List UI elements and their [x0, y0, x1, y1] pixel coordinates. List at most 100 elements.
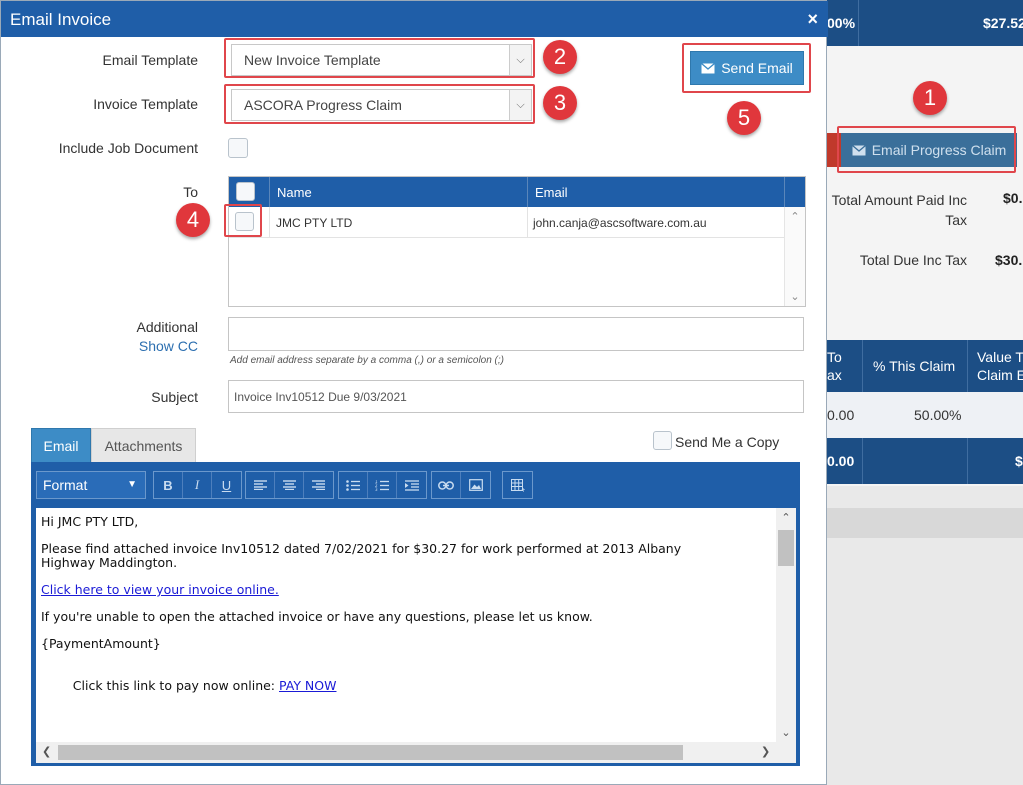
- insert-group: [431, 471, 491, 499]
- body-payment-amount: {PaymentAmount}: [41, 636, 161, 651]
- bullet-list-icon[interactable]: [339, 472, 368, 498]
- scroll-thumb[interactable]: [778, 530, 794, 566]
- annotation-badge-5: 5: [727, 101, 761, 135]
- underline-icon[interactable]: U: [212, 472, 241, 498]
- email-body-editor: Format ▼ B I U 123 + Hi JMC PTY LTD, Ple…: [31, 462, 800, 766]
- chevron-down-icon[interactable]: ⌄: [776, 726, 796, 739]
- chevron-left-icon[interactable]: ❮: [42, 745, 51, 758]
- close-icon[interactable]: ×: [807, 9, 818, 30]
- bg-table-total: 0.00 $: [827, 438, 1023, 484]
- total-due-label: Total Due Inc Tax: [859, 252, 967, 268]
- bg-total-value: $: [1015, 453, 1023, 469]
- grid-header-name: Name: [277, 185, 312, 200]
- pay-now-link[interactable]: PAY NOW: [279, 678, 336, 693]
- highlight-invoice-template: [224, 84, 535, 124]
- bg-total-tax: 0.00: [827, 453, 855, 469]
- annotation-badge-1: 1: [913, 81, 947, 115]
- chevron-up-icon[interactable]: ⌃: [776, 511, 796, 524]
- highlight-recipient-checkbox: [224, 204, 262, 237]
- body-line-2: If you're unable to open the attached in…: [41, 609, 593, 624]
- dialog-title: Email Invoice: [10, 10, 112, 29]
- highlight-send-email: [682, 43, 811, 93]
- to-label: To: [183, 184, 198, 200]
- caret-down-icon: ▼: [127, 479, 137, 490]
- svg-text:+: +: [521, 487, 525, 492]
- bold-icon[interactable]: B: [154, 472, 183, 498]
- show-cc-link[interactable]: Show CC: [8, 338, 198, 354]
- annotation-badge-3: 3: [543, 86, 577, 120]
- annotation-badge-2: 2: [543, 40, 577, 74]
- bg-col-value: Value T Claim E: [977, 349, 1023, 383]
- grid-col-sep: [269, 177, 270, 207]
- numbered-list-icon[interactable]: 123: [368, 472, 397, 498]
- additional-label: Additional: [136, 319, 199, 335]
- grid-col-sep: [527, 207, 528, 238]
- text-style-group: B I U: [153, 471, 242, 499]
- bg-table-row: 0.00 50.00%: [827, 392, 1023, 438]
- body-greeting: Hi JMC PTY LTD,: [41, 514, 139, 529]
- chevron-right-icon[interactable]: ❯: [761, 745, 770, 758]
- list-group: 123: [338, 471, 427, 499]
- chevron-up-icon[interactable]: ⌃: [785, 210, 805, 223]
- table-group: +: [502, 471, 533, 499]
- background-summary-bar: 00% $27.52: [827, 0, 1023, 46]
- align-right-icon[interactable]: [304, 472, 333, 498]
- dialog-titlebar: Email Invoice ×: [1, 1, 828, 37]
- bg-row-percent: 50.00%: [914, 407, 962, 423]
- additional-email-input[interactable]: [228, 317, 804, 351]
- recipients-grid: Name Email JMC PTY LTD john.canja@ascsof…: [228, 176, 806, 307]
- scroll-thumb[interactable]: [58, 745, 683, 760]
- invoice-template-label: Invoice Template: [93, 96, 198, 112]
- bg-table-header: To ax % This Claim Value T Claim E: [827, 340, 1023, 392]
- bg-col-sep: [967, 340, 968, 392]
- email-template-label: Email Template: [102, 52, 198, 68]
- annotation-badge-4: 4: [176, 203, 210, 237]
- send-me-copy-label: Send Me a Copy: [675, 434, 780, 450]
- chevron-down-icon[interactable]: ⌄: [785, 290, 805, 303]
- send-me-copy-checkbox[interactable]: [653, 431, 672, 450]
- grid-header-email: Email: [535, 185, 568, 200]
- body-line-1: Please find attached invoice Inv10512 da…: [41, 541, 682, 556]
- grid-col-sep: [269, 207, 270, 238]
- link-icon[interactable]: [432, 472, 461, 498]
- tab-email[interactable]: Email: [31, 428, 91, 462]
- additional-email-hint: Add email address separate by a comma (,…: [230, 355, 504, 366]
- select-all-checkbox[interactable]: [236, 182, 255, 201]
- bg-row-tax: 0.00: [827, 407, 855, 423]
- grid-scrollbar[interactable]: ⌃ ⌄: [784, 207, 805, 306]
- format-dropdown[interactable]: Format ▼: [36, 471, 146, 499]
- svg-text:3: 3: [375, 487, 378, 491]
- tab-attachments[interactable]: Attachments: [91, 428, 196, 462]
- align-left-icon[interactable]: [246, 472, 275, 498]
- align-center-icon[interactable]: [275, 472, 304, 498]
- view-invoice-link[interactable]: Click here to view your invoice online.: [41, 582, 279, 597]
- bg-col-sep: [967, 438, 968, 484]
- bg-gray-bar: [827, 508, 1023, 538]
- alignment-group: [245, 471, 334, 499]
- editor-horizontal-scrollbar[interactable]: ❮ ❯: [36, 742, 796, 763]
- bg-col-sep: [862, 340, 863, 392]
- editor-vertical-scrollbar[interactable]: ⌃ ⌄: [776, 508, 796, 742]
- indent-icon[interactable]: [397, 472, 426, 498]
- recipients-grid-header: Name Email: [229, 177, 805, 207]
- recipient-name: JMC PTY LTD: [276, 216, 353, 230]
- subject-label: Subject: [151, 389, 198, 405]
- bg-amount-value: $27.52: [983, 15, 1023, 31]
- subject-input[interactable]: Invoice Inv10512 Due 9/03/2021: [228, 380, 804, 413]
- bg-divider: [858, 0, 859, 46]
- bg-col-sep: [862, 438, 863, 484]
- include-job-document-checkbox[interactable]: [228, 138, 248, 158]
- total-due-value: $30.: [995, 252, 1023, 268]
- editor-content[interactable]: Hi JMC PTY LTD, Please find attached inv…: [36, 508, 796, 763]
- recipient-email: john.canja@ascsoftware.com.au: [533, 216, 707, 230]
- table-icon[interactable]: +: [503, 472, 532, 498]
- table-row[interactable]: JMC PTY LTD john.canja@ascsoftware.com.a…: [229, 207, 784, 238]
- highlight-email-template: [224, 38, 535, 78]
- grid-col-sep: [784, 177, 785, 207]
- italic-icon[interactable]: I: [183, 472, 212, 498]
- image-icon[interactable]: [461, 472, 490, 498]
- bg-percent-value: 00%: [827, 15, 856, 31]
- editor-toolbar: Format ▼ B I U 123 +: [32, 463, 799, 508]
- total-paid-value: $0.: [1003, 190, 1023, 206]
- total-paid-label: Total Amount Paid Inc Tax: [831, 192, 967, 228]
